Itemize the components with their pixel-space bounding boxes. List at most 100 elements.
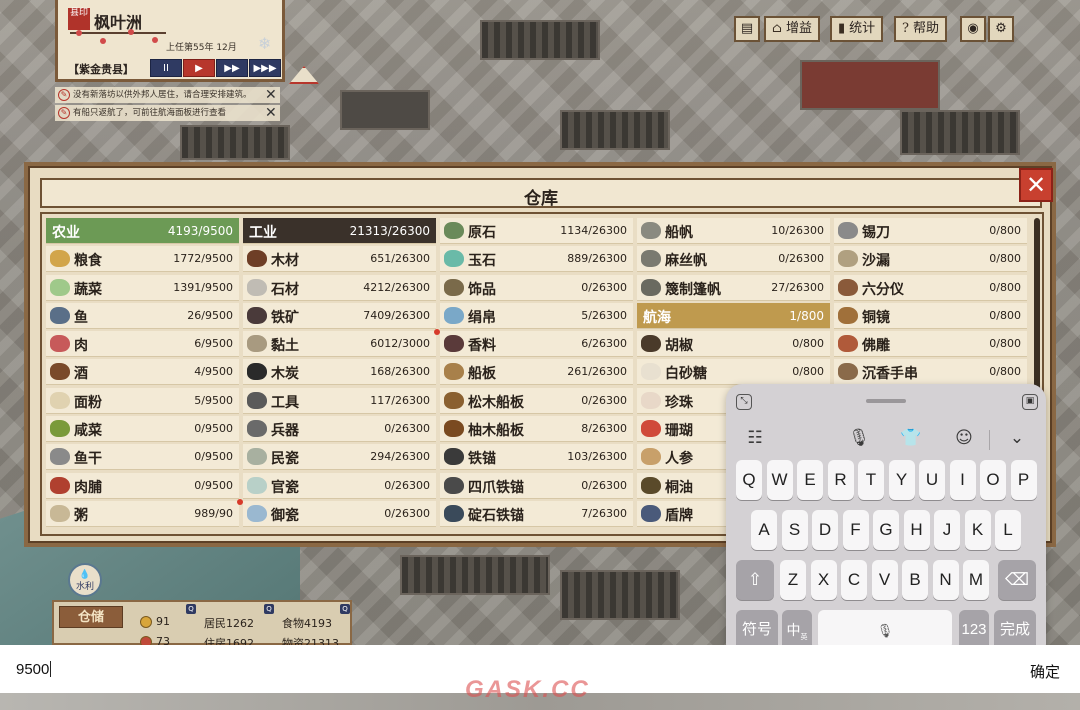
- inventory-cell[interactable]: 锡刀 0/800: [834, 218, 1027, 244]
- inventory-cell[interactable]: 松木船板 0/26300: [440, 387, 633, 414]
- inventory-cell[interactable]: 沉香手串 0/800: [834, 359, 1027, 386]
- skin-icon[interactable]: 👕: [898, 428, 924, 448]
- inventory-cell[interactable]: 船帆 10/26300: [637, 218, 830, 244]
- key-f[interactable]: F: [842, 510, 869, 550]
- inventory-cell[interactable]: 麻丝帆 0/26300: [637, 246, 830, 273]
- inventory-cell[interactable]: 佛雕 0/800: [834, 331, 1027, 358]
- inventory-cell[interactable]: 黏土 6012/3000: [243, 329, 440, 358]
- info-badge-icon[interactable]: Q: [264, 604, 274, 614]
- inventory-cell[interactable]: 木材 651/26300: [243, 246, 436, 273]
- key-a[interactable]: A: [751, 510, 777, 550]
- key-x[interactable]: X: [810, 560, 837, 600]
- key-u[interactable]: U: [919, 460, 945, 500]
- inventory-cell[interactable]: 白砂糖 0/800: [637, 359, 830, 386]
- inventory-cell[interactable]: 篾制篷帆 27/26300: [637, 274, 830, 301]
- inventory-cell[interactable]: 鱼干 0/9500: [46, 444, 239, 471]
- category-header[interactable]: 航海 1/800: [637, 302, 830, 329]
- inventory-cell[interactable]: 原石 1134/26300: [440, 218, 633, 244]
- notice-close-icon[interactable]: ✕: [265, 106, 277, 120]
- key-e[interactable]: E: [797, 460, 823, 500]
- key-y[interactable]: Y: [888, 460, 915, 500]
- symbols-key[interactable]: 符号: [736, 610, 778, 650]
- key-q[interactable]: Q: [736, 460, 762, 500]
- inventory-cell[interactable]: 沙漏 0/800: [834, 246, 1027, 273]
- help-button[interactable]: ? 帮助: [894, 16, 947, 42]
- inventory-cell[interactable]: 粥 989/90: [46, 498, 243, 527]
- key-n[interactable]: N: [932, 560, 959, 600]
- key-i[interactable]: I: [949, 460, 976, 500]
- key-z[interactable]: Z: [780, 560, 806, 600]
- inventory-cell[interactable]: 石材 4212/26300: [243, 274, 436, 301]
- key-r[interactable]: R: [827, 460, 854, 500]
- inventory-cell[interactable]: 肉脯 0/9500: [46, 472, 239, 499]
- inventory-cell[interactable]: 兵器 0/26300: [243, 416, 436, 443]
- inventory-cell[interactable]: 碇石铁锚 7/26300: [440, 500, 633, 527]
- shift-key[interactable]: ⇧: [736, 560, 774, 600]
- inventory-cell[interactable]: 咸菜 0/9500: [46, 416, 239, 443]
- key-k[interactable]: K: [964, 510, 991, 550]
- inventory-cell[interactable]: 御瓷 0/26300: [243, 500, 436, 527]
- category-header[interactable]: 农业 4193/9500: [46, 218, 239, 244]
- inventory-cell[interactable]: 饰品 0/26300: [440, 274, 633, 301]
- inventory-cell[interactable]: 玉石 889/26300: [440, 246, 633, 273]
- inventory-cell[interactable]: 铜镜 0/800: [834, 302, 1027, 329]
- key-v[interactable]: V: [871, 560, 898, 600]
- resize-icon[interactable]: ⤡: [736, 394, 752, 410]
- inventory-cell[interactable]: 工具 117/26300: [243, 387, 436, 414]
- gear-icon-button[interactable]: ⚙: [988, 16, 1014, 42]
- space-key[interactable]: 🎙: [818, 610, 952, 650]
- info-badge-icon[interactable]: Q: [340, 604, 350, 614]
- water-conservancy-button[interactable]: 💧 水利: [68, 563, 102, 597]
- emoji-icon[interactable]: ☺: [951, 428, 977, 448]
- inventory-cell[interactable]: 铁矿 7409/26300: [243, 302, 436, 329]
- keyboard-settings-icon[interactable]: ▣: [1022, 394, 1038, 410]
- fast-forward-button[interactable]: ▶▶: [216, 59, 248, 77]
- quantity-input[interactable]: 9500: [16, 661, 52, 678]
- fastest-button[interactable]: ▶▶▶: [249, 59, 281, 77]
- key-b[interactable]: B: [902, 560, 928, 600]
- key-j[interactable]: J: [934, 510, 960, 550]
- key-s[interactable]: S: [781, 510, 808, 550]
- key-o[interactable]: O: [980, 460, 1006, 500]
- inventory-cell[interactable]: 胡椒 0/800: [637, 331, 830, 358]
- confirm-button[interactable]: 确定: [1030, 661, 1060, 682]
- key-w[interactable]: W: [766, 460, 793, 500]
- keyboard-drag-handle[interactable]: [866, 399, 906, 403]
- inventory-cell[interactable]: 鱼 26/9500: [46, 302, 239, 329]
- eye-icon-button[interactable]: ◉: [960, 16, 986, 42]
- key-g[interactable]: G: [873, 510, 899, 550]
- backspace-key[interactable]: ⌫: [998, 560, 1036, 600]
- inventory-cell[interactable]: 面粉 5/9500: [46, 387, 239, 414]
- inventory-cell[interactable]: 木炭 168/26300: [243, 359, 436, 386]
- key-d[interactable]: D: [812, 510, 838, 550]
- notice-item[interactable]: ✎ 没有新落坊以供外邦人居住，请合理安排建筑。: [55, 87, 280, 103]
- key-c[interactable]: C: [841, 560, 867, 600]
- category-header[interactable]: 工业 21313/26300: [243, 218, 436, 244]
- inventory-cell[interactable]: 蔬菜 1391/9500: [46, 274, 239, 301]
- inventory-cell[interactable]: 香料 6/26300: [440, 331, 633, 358]
- done-key[interactable]: 完成: [994, 610, 1036, 650]
- inventory-cell[interactable]: 肉 6/9500: [46, 331, 239, 358]
- numbers-key[interactable]: 123: [959, 610, 989, 650]
- inventory-cell[interactable]: 官瓷 0/26300: [243, 472, 436, 499]
- microphone-icon[interactable]: 🎙: [846, 428, 872, 448]
- play-button[interactable]: ▶: [183, 59, 215, 77]
- notice-item[interactable]: ✎ 有船只返航了，可前往航海面板进行查看: [55, 105, 280, 121]
- pause-button[interactable]: II: [150, 59, 182, 77]
- key-m[interactable]: M: [963, 560, 989, 600]
- inventory-cell[interactable]: 柚木船板 8/26300: [440, 416, 633, 443]
- key-l[interactable]: L: [995, 510, 1021, 550]
- inventory-cell[interactable]: 四爪铁锚 0/26300: [440, 472, 633, 499]
- notice-close-icon[interactable]: ✕: [265, 88, 277, 102]
- close-button[interactable]: ✕: [1019, 168, 1053, 202]
- stats-button[interactable]: ▮ 统计: [830, 16, 884, 42]
- scroll-icon-button[interactable]: ▤: [734, 16, 760, 42]
- chevron-down-icon[interactable]: ⌄: [1004, 428, 1030, 448]
- inventory-cell[interactable]: 船板 261/26300: [440, 359, 633, 386]
- inventory-cell[interactable]: 民瓷 294/26300: [243, 444, 436, 471]
- language-switch-key[interactable]: 中英: [782, 610, 812, 650]
- warehouse-button[interactable]: 仓储: [59, 606, 123, 628]
- inventory-cell[interactable]: 六分仪 0/800: [834, 274, 1027, 301]
- buff-button[interactable]: ⌂ 增益: [764, 16, 820, 42]
- inventory-cell[interactable]: 铁锚 103/26300: [440, 444, 633, 471]
